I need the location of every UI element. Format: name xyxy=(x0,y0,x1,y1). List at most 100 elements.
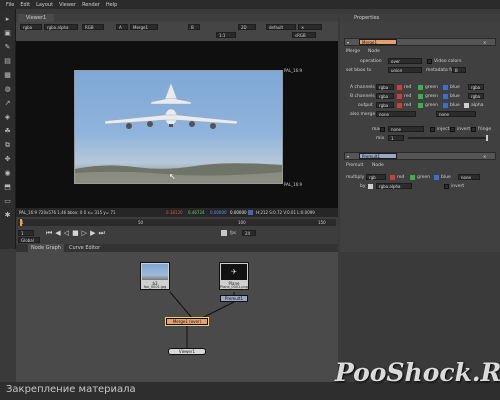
lut-dropdown[interactable]: default xyxy=(266,24,296,30)
panel-close-icon[interactable]: ✕ xyxy=(483,40,486,45)
timeline-bar[interactable]: 1 50 100 150 xyxy=(18,219,336,226)
also-merge-dropdown-2[interactable]: none xyxy=(436,111,476,117)
premult-green-checkbox[interactable] xyxy=(410,175,415,180)
a-alpha-dropdown[interactable]: rgba xyxy=(468,84,484,90)
playback-controls[interactable]: ⏮◀◁■▷▶⏭ xyxy=(46,229,108,237)
metadata-dropdown[interactable]: B xyxy=(452,67,466,73)
merge-icon[interactable]: ⧉ xyxy=(3,141,12,149)
alpha-dropdown[interactable]: rgba.alpha xyxy=(44,24,78,30)
collapse-icon[interactable]: ▾ xyxy=(347,40,349,45)
tab-viewer1[interactable]: Viewer1 xyxy=(18,14,55,22)
fps-field[interactable]: 24 xyxy=(242,230,256,236)
time-icon[interactable]: ▤ xyxy=(3,57,12,65)
inject-checkbox[interactable] xyxy=(430,127,435,132)
out-green-checkbox[interactable] xyxy=(418,103,423,108)
b-blue-checkbox[interactable] xyxy=(443,94,448,99)
tab-merge[interactable]: Merge xyxy=(346,49,360,54)
channels-dropdown[interactable]: rgba xyxy=(20,24,42,30)
menu-edit[interactable]: Edit xyxy=(20,2,30,8)
color-icon[interactable]: ◍ xyxy=(3,85,12,93)
b-red-checkbox[interactable] xyxy=(397,94,402,99)
b-green-checkbox[interactable] xyxy=(418,94,423,99)
premult-node[interactable]: Premult1 xyxy=(220,295,248,302)
premult-alpha-dropdown[interactable]: none xyxy=(458,174,480,180)
viewer-close-icon[interactable]: ✕ xyxy=(298,24,322,30)
display-dropdown[interactable]: sRGB xyxy=(292,32,316,38)
b-channels-dropdown[interactable]: rgba xyxy=(376,93,394,99)
menu-layout[interactable]: Layout xyxy=(36,2,53,8)
input-b-dropdown[interactable]: B xyxy=(188,24,200,30)
a-red-checkbox[interactable] xyxy=(397,85,402,90)
tab-node-graph[interactable]: Node Graph xyxy=(28,244,64,252)
merge-node[interactable]: Merge1 (over) xyxy=(165,317,209,326)
tab-premult-node[interactable]: Node xyxy=(372,163,384,168)
by-checkbox[interactable] xyxy=(368,184,373,189)
premult-blue-checkbox[interactable] xyxy=(434,175,439,180)
mix-slider-handle[interactable] xyxy=(486,135,488,141)
mix-slider[interactable] xyxy=(408,135,488,141)
zoom-dropdown[interactable]: 2D xyxy=(238,24,256,30)
input-a-dropdown[interactable]: A xyxy=(116,24,128,30)
draw-icon[interactable]: ✎ xyxy=(3,43,12,51)
tab-curve-editor[interactable]: Curve Editor xyxy=(66,244,103,252)
premult-red-checkbox[interactable] xyxy=(390,175,395,180)
invert-checkbox[interactable] xyxy=(450,127,455,132)
a-channels-label: A channels xyxy=(350,85,375,90)
mask-checkbox[interactable] xyxy=(380,127,385,132)
mask-dropdown[interactable]: none xyxy=(388,126,424,132)
layers-icon[interactable]: ◈ xyxy=(3,113,12,121)
multiply-dropdown[interactable]: rgb xyxy=(366,174,386,180)
pointer-icon[interactable]: ▸ xyxy=(3,15,12,23)
curve-icon[interactable]: ↗ xyxy=(3,99,12,107)
node-graph[interactable]: b3 fon_0001.jpg ✈ Plane Plane_0001.png P… xyxy=(16,252,338,382)
metadata-icon[interactable]: ▭ xyxy=(3,197,12,205)
fringe-checkbox[interactable] xyxy=(471,127,476,132)
frame-field[interactable]: 1 xyxy=(18,230,34,236)
channel-icon[interactable]: ▦ xyxy=(3,71,12,79)
out-blue-checkbox[interactable] xyxy=(443,103,448,108)
tab-node[interactable]: Node xyxy=(368,49,380,54)
mix-field[interactable]: 1 xyxy=(388,135,404,141)
also-merge-dropdown[interactable]: none xyxy=(376,111,416,117)
input-a-node-dropdown[interactable]: Merge1 xyxy=(130,24,158,30)
views-icon[interactable]: ⬒ xyxy=(3,183,12,191)
3d-icon[interactable]: ◉ xyxy=(3,169,12,177)
keyer-icon[interactable]: ☘ xyxy=(3,127,12,135)
out-green-label: green xyxy=(425,103,438,108)
set-bbox-dropdown[interactable]: union xyxy=(388,67,422,73)
by-dropdown[interactable]: rgba.alpha xyxy=(376,183,412,189)
panel-close-icon[interactable]: ✕ xyxy=(483,154,486,159)
operation-dropdown[interactable]: over xyxy=(388,58,422,64)
menu-render[interactable]: Render xyxy=(82,2,100,8)
merge-panel-header: ▾ Merge1 ✕ xyxy=(344,38,496,46)
proxy-dropdown[interactable]: 1:1 xyxy=(216,32,236,38)
menu-help[interactable]: Help xyxy=(106,2,117,8)
a-green-checkbox[interactable] xyxy=(418,85,423,90)
a-blue-checkbox[interactable] xyxy=(443,85,448,90)
collapse-icon[interactable]: ▾ xyxy=(347,154,349,159)
menu-viewer[interactable]: Viewer xyxy=(59,2,76,8)
premult-name-field[interactable]: Premult1 xyxy=(359,153,397,159)
premult-invert-checkbox[interactable] xyxy=(444,184,449,189)
transform-icon[interactable]: ✥ xyxy=(3,155,12,163)
b-red-label: red xyxy=(404,94,412,99)
tab-premult[interactable]: Premult xyxy=(346,163,363,168)
properties-tab-bar: Properties xyxy=(340,14,500,22)
image-icon[interactable]: ▣ xyxy=(3,29,12,37)
other-icon[interactable]: ✱ xyxy=(3,211,12,219)
viewer-node[interactable]: Viewer1 xyxy=(168,348,206,355)
menu-file[interactable]: File xyxy=(6,2,14,8)
colorspace-dropdown[interactable]: RGB xyxy=(82,24,104,30)
out-alpha-checkbox[interactable] xyxy=(464,103,469,108)
merge-name-field[interactable]: Merge1 xyxy=(359,39,397,45)
fps-toggle[interactable] xyxy=(221,230,227,236)
read-node-b3[interactable]: b3 fon_0001.jpg xyxy=(140,262,170,290)
video-colors-checkbox[interactable] xyxy=(427,59,432,64)
b-alpha-dropdown[interactable]: rgba xyxy=(468,93,484,99)
global-dropdown[interactable]: Global xyxy=(18,237,40,243)
out-red-checkbox[interactable] xyxy=(397,103,402,108)
a-channels-dropdown[interactable]: rgba xyxy=(376,84,394,90)
read-node-plane[interactable]: ✈ Plane Plane_0001.png xyxy=(219,262,249,290)
output-dropdown[interactable]: rgba xyxy=(376,102,394,108)
operation-label: operation xyxy=(360,59,382,64)
